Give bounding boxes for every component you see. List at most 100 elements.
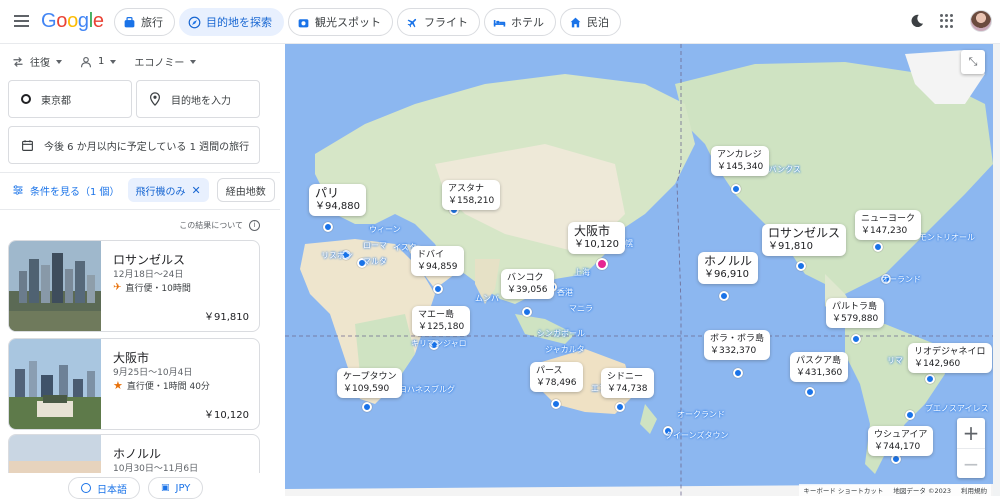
map-city-label: マルタ bbox=[363, 257, 387, 266]
explore-map[interactable]: ウィーン ローマ イスタ リスボン マルタ ムンバ 香港 マニラ 上海 シンガポ… bbox=[285, 44, 993, 496]
map-label-price: ￥158,210 bbox=[448, 196, 495, 206]
currency-button[interactable]: ▣ JPY bbox=[148, 477, 204, 499]
map-label-city: アンカレジ bbox=[717, 150, 762, 160]
map-pin[interactable] bbox=[925, 374, 935, 384]
tab-explore[interactable]: 目的地を探索 bbox=[179, 8, 284, 36]
close-icon[interactable]: ✕ bbox=[192, 184, 201, 197]
map-price-label[interactable]: パリ ￥94,880 bbox=[309, 184, 366, 216]
map-pin[interactable] bbox=[323, 222, 333, 232]
google-apps-icon[interactable] bbox=[940, 14, 954, 28]
map-pin[interactable] bbox=[733, 368, 743, 378]
origin-circle-icon bbox=[21, 94, 31, 104]
map-pin[interactable] bbox=[551, 399, 561, 409]
map-city-label: モントリオール bbox=[919, 233, 975, 242]
terms-link[interactable]: 利用規約 bbox=[961, 485, 987, 495]
stops-filter-chip[interactable]: 経由地数 bbox=[216, 178, 275, 202]
map-attribution: キーボード ショートカット 地図データ ©2023 利用規約 bbox=[799, 484, 991, 496]
map-price-label[interactable]: リオデジャネイロ ￥142,960 bbox=[908, 343, 992, 373]
dark-mode-icon[interactable] bbox=[910, 14, 924, 28]
map-pin[interactable] bbox=[522, 307, 532, 317]
stops-chip-label: 経由地数 bbox=[225, 186, 266, 198]
map-price-label[interactable]: パルトラ島 ￥579,880 bbox=[826, 298, 885, 328]
zoom-in-button[interactable]: + bbox=[957, 418, 985, 448]
map-city-label: リスボン bbox=[321, 251, 353, 260]
map-pin[interactable] bbox=[731, 184, 741, 194]
passenger-select[interactable]: 1 bbox=[80, 56, 117, 68]
map-pin[interactable] bbox=[719, 291, 729, 301]
map-price-label[interactable]: ボラ・ボラ島 ￥332,370 bbox=[704, 330, 771, 360]
map-price-label[interactable]: 大阪市 ￥10,120 bbox=[568, 222, 625, 254]
map-pin[interactable] bbox=[796, 261, 806, 271]
map-label-city: ニューヨーク bbox=[861, 214, 916, 224]
nonstop-chip-label: 飛行機のみ bbox=[135, 186, 186, 198]
map-price-label[interactable]: パース ￥78,496 bbox=[530, 362, 583, 392]
map-price-label[interactable]: ニューヨーク ￥147,230 bbox=[855, 210, 922, 240]
info-icon: i bbox=[249, 220, 260, 231]
map-pin[interactable] bbox=[362, 402, 372, 412]
map-pin[interactable] bbox=[851, 334, 861, 344]
map-price-label[interactable]: マエー島 ￥125,180 bbox=[412, 306, 471, 336]
map-pin[interactable] bbox=[433, 284, 443, 294]
language-button[interactable]: 日本語 bbox=[68, 477, 140, 499]
date-field[interactable]: 今後 6 か月以内に予定している 1 週間の旅行 bbox=[8, 126, 260, 164]
map-price-label[interactable]: ホノルル ￥96,910 bbox=[698, 252, 759, 284]
map-label-city: ホノルル bbox=[704, 254, 753, 268]
map-price-label[interactable]: アスタナ ￥158,210 bbox=[442, 180, 501, 210]
map-price-label[interactable]: シドニー ￥74,738 bbox=[601, 368, 654, 398]
result-card[interactable]: ロサンゼルス 12月18日～24日 ✈ 直行便・10時間 ￥91,810 bbox=[8, 240, 260, 332]
currency-icon: ▣ bbox=[161, 483, 170, 493]
tab-travel[interactable]: 旅行 bbox=[114, 8, 175, 36]
map-city-label: ローマ bbox=[363, 241, 387, 250]
map-price-label[interactable]: ドバイ ￥94,859 bbox=[411, 246, 464, 276]
tab-hotels[interactable]: ホテル bbox=[484, 8, 556, 36]
map-pin[interactable] bbox=[805, 387, 815, 397]
main-menu-button[interactable] bbox=[12, 12, 32, 32]
map-price-label[interactable]: バンコク ￥39,056 bbox=[501, 269, 554, 299]
map-data-credit: 地図データ ©2023 bbox=[893, 487, 951, 495]
map-price-label[interactable]: ロサンゼルス ￥91,810 bbox=[762, 224, 847, 256]
map-label-city: リオデジャネイロ bbox=[914, 347, 986, 357]
tab-things-to-do[interactable]: 観光スポット bbox=[288, 8, 393, 36]
trip-type-select[interactable]: 往復 bbox=[12, 54, 62, 69]
travel-tabs: 旅行 目的地を探索 観光スポット フライト ホテル 民泊 bbox=[114, 8, 621, 36]
result-price: ￥10,120 bbox=[204, 410, 249, 421]
map-pin[interactable] bbox=[905, 410, 915, 420]
map-label-price: ￥94,859 bbox=[417, 262, 458, 272]
page-scrollbar[interactable] bbox=[993, 44, 1000, 496]
map-city-label: シンガポール bbox=[537, 329, 585, 338]
fullscreen-button[interactable]: ⤡ bbox=[961, 50, 985, 74]
airline-icon: ✈ bbox=[113, 282, 122, 293]
tab-explore-label: 目的地を探索 bbox=[206, 16, 272, 29]
map-pin[interactable] bbox=[873, 242, 883, 252]
map-price-label[interactable]: ケープタウン ￥109,590 bbox=[337, 368, 403, 398]
map-price-label[interactable]: ウシュアイア ￥744,170 bbox=[868, 426, 934, 456]
keyboard-shortcuts-link[interactable]: キーボード ショートカット bbox=[803, 485, 883, 495]
map-city-label: オーランド bbox=[881, 275, 921, 284]
tab-vacation-rentals[interactable]: 民泊 bbox=[560, 8, 621, 36]
divider bbox=[0, 172, 280, 173]
result-card[interactable]: 大阪市 9月25日～10月4日 ★ 直行便・1時間 40分 ￥10,120 bbox=[8, 338, 260, 430]
map-label-city: ウシュアイア bbox=[874, 430, 928, 440]
date-value: 今後 6 か月以内に予定している 1 週間の旅行 bbox=[44, 141, 250, 153]
cabin-class-select[interactable]: エコノミー bbox=[134, 54, 197, 69]
tab-flights[interactable]: フライト bbox=[397, 8, 480, 36]
map-label-city: シドニー bbox=[607, 372, 644, 382]
divider bbox=[0, 209, 280, 210]
origin-field[interactable]: 東京都 bbox=[8, 80, 132, 118]
destination-field[interactable]: 目的地を入力 bbox=[136, 80, 260, 118]
avatar[interactable] bbox=[970, 10, 992, 32]
nonstop-filter-chip[interactable]: 飛行機のみ ✕ bbox=[127, 178, 209, 202]
result-stops-text: 直行便・10時間 bbox=[125, 284, 191, 294]
map-price-label[interactable]: パスクア島 ￥431,360 bbox=[790, 352, 849, 382]
about-results[interactable]: この結果について i bbox=[179, 220, 260, 231]
result-city-name: ロサンゼルス bbox=[113, 253, 186, 267]
footer-settings: 日本語 ▣ JPY bbox=[0, 473, 280, 503]
round-trip-icon bbox=[13, 56, 23, 67]
google-logo[interactable]: Google bbox=[41, 10, 104, 33]
all-filters-button[interactable]: 条件を見る（1 個） bbox=[12, 183, 120, 198]
map-price-label[interactable]: アンカレジ ￥145,340 bbox=[711, 146, 770, 176]
map-pin[interactable] bbox=[615, 402, 625, 412]
map-pin-origin[interactable] bbox=[596, 258, 608, 270]
trip-type-label: 往復 bbox=[30, 58, 50, 69]
zoom-out-button[interactable]: − bbox=[957, 448, 985, 478]
